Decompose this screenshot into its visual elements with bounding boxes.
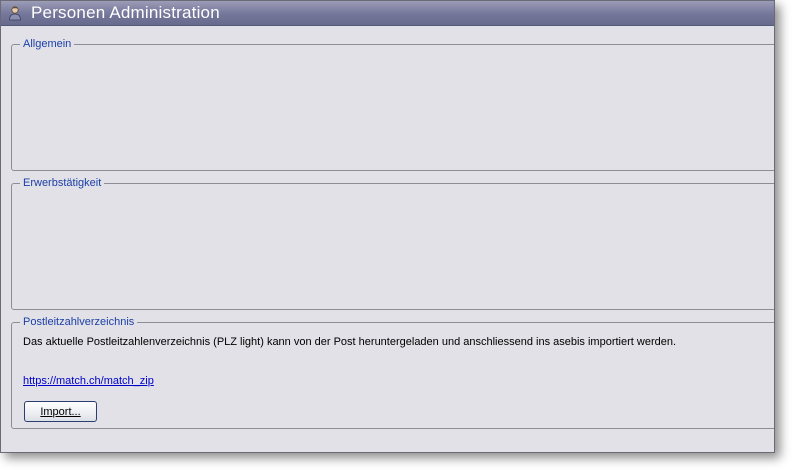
person-icon: [6, 4, 24, 22]
allgemein-group: Allgemein: [11, 37, 774, 171]
postleitzahlverzeichnis-group: Postleitzahlverzeichnis Das aktuelle Pos…: [11, 315, 774, 429]
import-button-label: Import...: [40, 405, 81, 418]
postleitzahlverzeichnis-group-label: Postleitzahlverzeichnis: [20, 315, 138, 329]
title-bar[interactable]: Personen Administration: [1, 1, 774, 26]
plz-info-text: Das aktuelle Postleitzahlenverzeichnis (…: [23, 336, 677, 348]
personen-administration-window: Personen Administration Allgemein Erwerb…: [0, 0, 775, 453]
allgemein-group-label: Allgemein: [20, 37, 75, 51]
import-button[interactable]: Import...: [24, 401, 97, 422]
window-title: Personen Administration: [31, 3, 220, 22]
erwerbstaetigkeit-group-label: Erwerbstätigkeit: [20, 176, 105, 190]
erwerbstaetigkeit-group: Erwerbstätigkeit: [11, 176, 774, 310]
match-zip-link[interactable]: https://match.ch/match_zip: [23, 375, 154, 387]
